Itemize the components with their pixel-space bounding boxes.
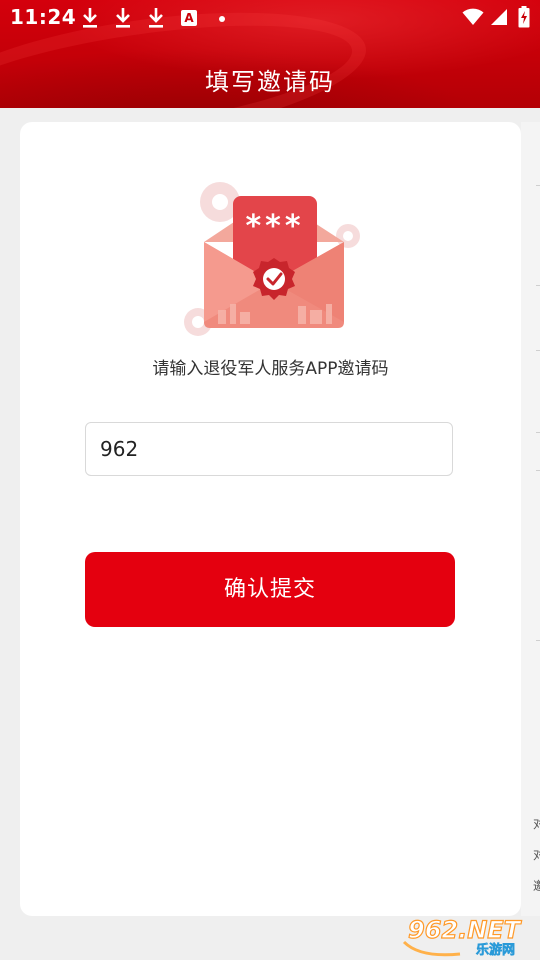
wifi-icon: [462, 8, 484, 25]
background-glyph: 对: [533, 848, 540, 862]
submit-button[interactable]: 确认提交: [85, 552, 455, 627]
background-divider: [536, 470, 540, 471]
dot-icon: [219, 16, 225, 22]
download-icon: [149, 8, 163, 28]
password-stars: ***: [245, 209, 304, 244]
download-icon: [83, 8, 97, 28]
watermark-logo: 962.NET 乐游网: [402, 915, 522, 958]
app-a-letter: A: [184, 11, 194, 25]
download-icon: [116, 8, 130, 28]
background-divider: [536, 640, 540, 641]
page-title: 填写邀请码: [205, 68, 335, 96]
status-bar: 11:24 A: [0, 0, 540, 36]
watermark-text: 962.NET: [408, 916, 522, 944]
background-divider: [536, 350, 540, 351]
app-a-icon: A: [181, 10, 197, 26]
app-header: 11:24 A 填写邀请码: [0, 0, 540, 108]
background-page-edge: [521, 122, 540, 916]
background-divider: [536, 432, 540, 433]
invite-code-input[interactable]: [85, 422, 453, 476]
background-divider: [536, 185, 540, 186]
battery-charging-icon: [518, 6, 530, 28]
envelope-check-icon: ***: [184, 182, 360, 336]
invite-card: *** 请输入退役军人服务APP邀请码 确认提交: [20, 122, 521, 916]
background-glyph: 对: [533, 817, 540, 831]
invite-prompt: 请输入退役军人服务APP邀请码: [152, 359, 389, 379]
status-time: 11:24: [10, 5, 77, 29]
signal-icon: [491, 9, 507, 25]
watermark-subtitle: 乐游网: [476, 942, 515, 958]
background-divider: [536, 285, 540, 286]
background-glyph: 邀: [533, 879, 540, 893]
